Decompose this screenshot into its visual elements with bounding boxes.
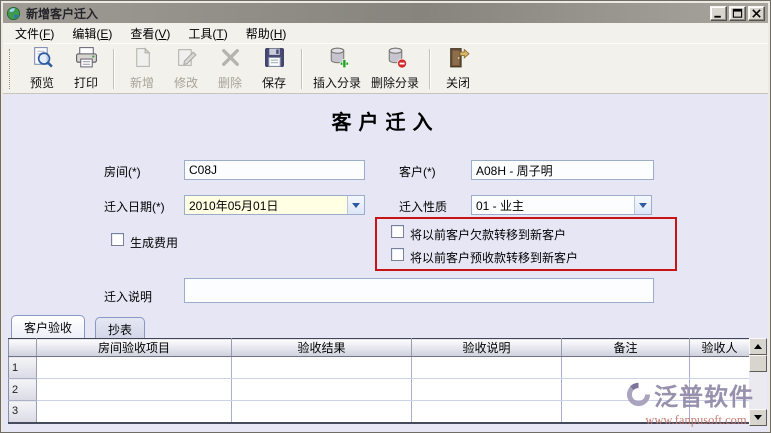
minimize-icon (713, 8, 724, 19)
move-in-note-input[interactable] (184, 278, 654, 303)
toolbar-separator (113, 49, 115, 89)
close-icon (751, 8, 762, 19)
table-vertical-scrollbar[interactable] (749, 338, 767, 426)
menu-item-file[interactable]: 文件(F) (6, 23, 63, 44)
column-header-result[interactable]: 验收结果 (232, 339, 412, 357)
transfer-prepaid-label: 将以前客户预收款转移到新客户 (410, 249, 578, 266)
toolbar-separator (301, 49, 303, 89)
column-header-corner (9, 339, 37, 357)
menubar: 文件(F) 编辑(E) 查看(V) 工具(T) 帮助(H) (3, 23, 768, 43)
delete-entry-icon (383, 45, 408, 73)
table-cell[interactable] (562, 401, 690, 423)
toolbar-close-button[interactable]: 关闭 (436, 45, 480, 92)
customer-label: 客户(*) (399, 163, 436, 180)
row-number-cell: 3 (9, 401, 37, 423)
table-cell[interactable] (690, 401, 750, 423)
customer-input[interactable] (471, 160, 654, 180)
table-cell[interactable] (412, 401, 562, 423)
delete-button: 删除 (208, 45, 252, 92)
window-title: 新增客户迁入 (26, 5, 98, 22)
close-button[interactable] (748, 6, 765, 21)
table-cell[interactable] (562, 357, 690, 379)
table-cell[interactable] (562, 379, 690, 401)
insert-entry-icon (325, 45, 350, 73)
date-dropdown-button[interactable] (347, 196, 364, 214)
move-in-note-label: 迁入说明 (104, 288, 152, 305)
new-button: 新增 (120, 45, 164, 92)
table-cell[interactable] (37, 379, 232, 401)
toolbar-separator (429, 49, 431, 89)
print-icon (74, 45, 99, 73)
menu-item-tools[interactable]: 工具(T) (179, 23, 236, 44)
nature-dropdown-button[interactable] (634, 196, 651, 214)
menu-item-edit[interactable]: 编辑(E) (63, 23, 121, 44)
transfer-debt-label: 将以前客户欠款转移到新客户 (410, 226, 566, 243)
table-row: 1 (9, 357, 750, 379)
chevron-down-icon (352, 203, 360, 208)
column-header-acceptor[interactable]: 验收人 (690, 339, 750, 357)
close-door-icon (446, 45, 471, 73)
insert-entry-button[interactable]: 插入分录 (308, 45, 366, 92)
minimize-button[interactable] (710, 6, 727, 21)
table-cell[interactable] (690, 379, 750, 401)
room-label: 房间(*) (104, 163, 141, 180)
table-cell[interactable] (412, 379, 562, 401)
titlebar: 新增客户迁入 (3, 3, 768, 23)
table-cell[interactable] (690, 357, 750, 379)
move-in-date-combobox[interactable]: 2010年05月01日 (184, 195, 365, 215)
menu-item-view[interactable]: 查看(V) (121, 23, 179, 44)
row-number-cell: 1 (9, 357, 37, 379)
move-in-nature-combobox[interactable]: 01 - 业主 (471, 195, 652, 215)
delete-icon (218, 45, 243, 73)
generate-fee-label: 生成费用 (130, 234, 178, 251)
column-header-room-item[interactable]: 房间验收项目 (37, 339, 232, 357)
delete-entry-button[interactable]: 删除分录 (366, 45, 424, 92)
room-input[interactable] (184, 160, 365, 180)
row-number-cell: 2 (9, 379, 37, 401)
new-icon (130, 45, 155, 73)
generate-fee-checkbox[interactable] (111, 233, 124, 246)
preview-button[interactable]: 预览 (20, 45, 64, 92)
table-row: 3 (9, 401, 750, 423)
chevron-down-icon (639, 203, 647, 208)
scroll-up-button[interactable] (749, 338, 767, 355)
menu-item-help[interactable]: 帮助(H) (237, 23, 296, 44)
scroll-down-button[interactable] (749, 409, 767, 426)
triangle-up-icon (754, 344, 762, 349)
toolbar-grip[interactable] (9, 49, 13, 89)
save-button[interactable]: 保存 (252, 45, 296, 92)
tab-meter-reading[interactable]: 抄表 (95, 317, 145, 338)
print-button[interactable]: 打印 (64, 45, 108, 92)
app-window: 新增客户迁入 文件(F) 编辑(E) 查看(V) 工具(T) 帮助(H) (0, 0, 771, 433)
app-icon (6, 6, 21, 21)
save-icon (262, 45, 287, 73)
toolbar: 预览 打印 新增 修改 (3, 43, 768, 94)
transfer-prepaid-checkbox[interactable] (391, 248, 404, 261)
form-panel: 客户迁入 房间(*) 客户(*) 迁入日期(*) 2010年05月01日 迁入性… (3, 94, 768, 432)
maximize-button[interactable] (729, 6, 746, 21)
move-in-nature-label: 迁入性质 (399, 198, 447, 215)
scroll-thumb[interactable] (749, 355, 767, 372)
table-cell[interactable] (232, 401, 412, 423)
column-header-description[interactable]: 验收说明 (412, 339, 562, 357)
table-cell[interactable] (232, 379, 412, 401)
table-cell[interactable] (232, 357, 412, 379)
preview-icon (30, 45, 55, 73)
move-in-date-label: 迁入日期(*) (104, 198, 165, 215)
table-cell[interactable] (412, 357, 562, 379)
table-cell[interactable] (37, 357, 232, 379)
maximize-icon (732, 8, 743, 19)
transfer-debt-checkbox[interactable] (391, 225, 404, 238)
modify-button: 修改 (164, 45, 208, 92)
tab-customer-acceptance[interactable]: 客户验收 (11, 315, 85, 338)
page-title: 客户迁入 (3, 106, 768, 135)
edit-icon (174, 45, 199, 73)
table-cell[interactable] (37, 401, 232, 423)
table-row: 2 (9, 379, 750, 401)
acceptance-table: 房间验收项目 验收结果 验收说明 备注 验收人 1 (8, 338, 750, 424)
triangle-down-icon (754, 415, 762, 420)
column-header-remark[interactable]: 备注 (562, 339, 690, 357)
table-header-row: 房间验收项目 验收结果 验收说明 备注 验收人 (9, 339, 750, 357)
